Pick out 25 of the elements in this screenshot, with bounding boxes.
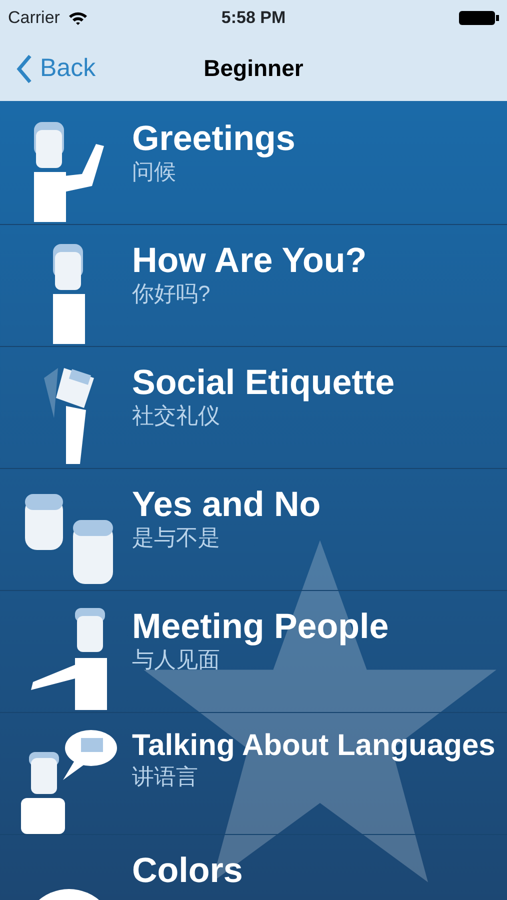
- carrier-name: Carrier: [8, 7, 60, 30]
- person-reaching-icon: [31, 608, 107, 710]
- status-time: 5:58 PM: [221, 7, 286, 30]
- lesson-title[interactable]: Meeting People: [132, 607, 497, 648]
- lesson-title[interactable]: Greetings: [132, 119, 497, 160]
- person-speech-bubble-icon: [21, 730, 117, 834]
- two-heads-icon: [25, 494, 113, 584]
- lesson-subtitle: 问候: [132, 159, 177, 186]
- wifi-icon: [68, 10, 88, 26]
- person-icon: [53, 244, 85, 344]
- person-bowing-icon: [44, 368, 94, 464]
- lesson-title[interactable]: Yes and No: [132, 485, 497, 526]
- back-chevron-icon: [16, 54, 32, 84]
- lesson-subtitle: 与人见面: [132, 647, 221, 674]
- lesson-subtitle: 讲语言: [132, 764, 199, 790]
- lesson-subtitle: 社交礼仪: [132, 403, 221, 430]
- lesson-title[interactable]: Talking About Languages: [132, 729, 497, 764]
- battery-icon: [459, 10, 499, 26]
- lesson-title[interactable]: Social Etiquette: [132, 363, 497, 404]
- lesson-title[interactable]: How Are You?: [132, 241, 497, 282]
- lesson-subtitle: 是与不是: [132, 525, 221, 552]
- lesson-title[interactable]: Colors: [132, 851, 497, 892]
- person-waving-icon: [34, 122, 104, 222]
- screen-title: Beginner: [204, 54, 304, 84]
- lesson-subtitle: 你好吗?: [132, 281, 212, 308]
